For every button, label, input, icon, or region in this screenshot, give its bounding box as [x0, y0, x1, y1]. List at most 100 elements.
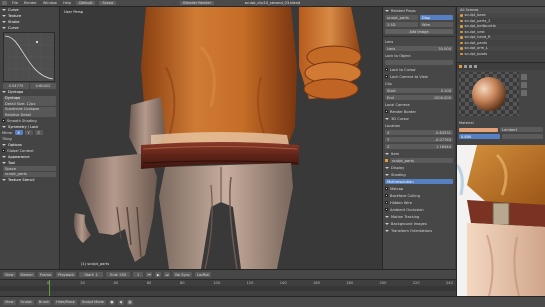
- brush-menu[interactable]: Brush: [36, 299, 52, 305]
- layout-selector[interactable]: Default: [76, 1, 96, 5]
- hide-mask-menu[interactable]: Hide/Mask: [54, 299, 77, 305]
- mirror-x-button[interactable]: X: [14, 130, 23, 135]
- outliner-filter[interactable]: All Scenes: [460, 8, 478, 12]
- smooth-shading-checkbox[interactable]: [2, 119, 5, 122]
- editor-type-icon[interactable]: [2, 1, 7, 5]
- curve-editor-header[interactable]: Curve: [0, 25, 59, 31]
- detail-size-field[interactable]: Detail Size: 12px: [3, 101, 56, 106]
- current-frame-field[interactable]: 1: [133, 272, 144, 277]
- scene-selector[interactable]: Scene: [99, 1, 117, 5]
- curve-x-field[interactable]: 0.54775: [3, 83, 29, 89]
- timeline-menu-view[interactable]: View: [3, 272, 16, 277]
- ao-checkbox[interactable]: [385, 208, 388, 211]
- mode-selector[interactable]: Sculpt Mode: [79, 299, 106, 305]
- motion-tracking-row[interactable]: Motion Tracking: [383, 213, 455, 220]
- keying-set-selector[interactable]: LocRot: [194, 272, 211, 277]
- view-menu[interactable]: View: [3, 299, 16, 305]
- add-image-button[interactable]: Add Image: [385, 29, 453, 34]
- start-frame-field[interactable]: Start: 1: [79, 272, 104, 277]
- multires-field[interactable]: Multiresolution: [385, 179, 453, 184]
- view-header[interactable]: Related Props: [383, 7, 455, 14]
- brush-name-field[interactable]: sculpt_parts: [3, 171, 56, 177]
- matcap-checkbox[interactable]: [385, 187, 388, 190]
- transform-orientations-row[interactable]: Transform Orientations: [383, 227, 455, 234]
- curve-y-field[interactable]: 0.60422: [30, 83, 56, 89]
- end-frame-field[interactable]: End: 250: [106, 272, 131, 277]
- timeline-menu-frame[interactable]: Frame: [37, 272, 54, 277]
- brush-stroke-field[interactable]: Space: [3, 166, 56, 171]
- mirror-z-button[interactable]: Z: [34, 130, 43, 135]
- backface-checkbox[interactable]: [385, 194, 388, 197]
- lock-cursor-checkbox[interactable]: [385, 68, 388, 71]
- menu-file[interactable]: File: [11, 1, 19, 5]
- hidden-wire-checkbox[interactable]: [385, 201, 388, 204]
- item-header[interactable]: Item: [383, 150, 455, 157]
- shading-label: Shading: [391, 172, 406, 177]
- timeline-menu-marker[interactable]: Marker: [18, 272, 35, 277]
- lock-object-field[interactable]: [385, 60, 453, 65]
- tool-section[interactable]: Tool: [0, 160, 59, 166]
- intensity-field[interactable]: 0.800: [459, 134, 500, 139]
- clip-end-field[interactable]: End 1000.000: [385, 95, 453, 100]
- timeline-track[interactable]: [0, 286, 456, 291]
- shading-icon[interactable]: ●: [108, 299, 115, 305]
- shader-selector[interactable]: Lambert: [500, 127, 543, 132]
- cursor-header[interactable]: 3D Cursor: [383, 115, 455, 122]
- hidden-wire-row[interactable]: Hidden Wire: [383, 199, 455, 206]
- cursor-y-field[interactable]: Y -0.07763: [385, 137, 453, 142]
- jump-end-icon[interactable]: ⏭: [164, 272, 171, 277]
- menu-render[interactable]: Render: [23, 1, 38, 5]
- cursor-x-field[interactable]: X -0.83531: [385, 130, 453, 135]
- 3d-viewport[interactable]: User Persp (1) sculpt_parts: [61, 7, 381, 269]
- outliner-item[interactable]: sculpt_boots: [457, 51, 545, 57]
- sculpt-menu[interactable]: Sculpt: [18, 299, 34, 305]
- matcap-row[interactable]: Matcap: [383, 185, 455, 192]
- shading-header[interactable]: Shading: [383, 171, 455, 178]
- render-border-checkbox[interactable]: [385, 110, 388, 113]
- display-header[interactable]: Display: [383, 164, 455, 171]
- lock-camera-checkbox[interactable]: [385, 75, 388, 78]
- dyntopo-toggle[interactable]: Dyntopo: [3, 95, 56, 101]
- pivot-icon[interactable]: ◆: [117, 299, 124, 305]
- backface-row[interactable]: Backface Culling: [383, 192, 455, 199]
- jump-start-icon[interactable]: ⏮: [146, 272, 153, 277]
- sync-selector[interactable]: No Sync: [173, 272, 192, 277]
- relative-detail-field[interactable]: Relative Detail: [3, 112, 56, 117]
- timeline-ruler[interactable]: 020406080100120140160180200220240: [0, 279, 456, 297]
- menu-help[interactable]: Help: [62, 1, 72, 5]
- world-tab-icon[interactable]: [469, 65, 472, 68]
- clip-start-field[interactable]: Start 0.100: [385, 88, 453, 93]
- lock-cursor-label: Lock to Cursor: [390, 67, 416, 72]
- render-engine-selector[interactable]: Blender Render: [180, 1, 215, 5]
- item-name-field[interactable]: sculpt_parts: [390, 158, 453, 163]
- lock-camera-row[interactable]: Lock Camera to View: [383, 73, 455, 80]
- subdivide-collapse-field[interactable]: Subdivide Collapse: [3, 106, 56, 112]
- cursor-z-field[interactable]: Z 1.16444: [385, 144, 453, 149]
- disp-field[interactable]: Disp: [420, 15, 453, 20]
- play-icon[interactable]: ▶: [155, 272, 162, 277]
- menu-window[interactable]: Window: [42, 1, 58, 5]
- diffuse-color-swatch[interactable]: [459, 127, 498, 132]
- wire-field[interactable]: Wire: [420, 22, 453, 27]
- ao-row[interactable]: Ambient Occlusion: [383, 206, 455, 213]
- collapse-icon: [2, 21, 6, 23]
- multires-row: Multiresolution: [383, 178, 455, 185]
- material-tab-icon[interactable]: [459, 65, 462, 68]
- render-border-row[interactable]: Render Border: [383, 108, 455, 115]
- dyntopo-section[interactable]: Dyntopo: [0, 89, 59, 95]
- layers-icon[interactable]: ▦: [126, 299, 133, 305]
- lens-field[interactable]: Lens 35.000: [385, 46, 453, 51]
- background-images-row[interactable]: Background Images: [383, 220, 455, 227]
- object-field[interactable]: sculpt_parts: [385, 15, 418, 20]
- texture-tab-icon[interactable]: [464, 65, 467, 68]
- global-context-checkbox[interactable]: [2, 149, 5, 152]
- tool-field[interactable]: 2.5D: [385, 22, 418, 27]
- render-tab-icon[interactable]: [474, 65, 477, 68]
- timeline-menu-playback[interactable]: Playback: [56, 272, 77, 277]
- playhead[interactable]: [49, 280, 50, 297]
- ramp-field[interactable]: [502, 134, 543, 139]
- lock-cursor-row[interactable]: Lock to Cursor: [383, 66, 455, 73]
- falloff-curve-editor[interactable]: [3, 32, 55, 82]
- mirror-y-button[interactable]: Y: [24, 130, 33, 135]
- texture-stencil-section[interactable]: Texture Stencil: [0, 177, 59, 183]
